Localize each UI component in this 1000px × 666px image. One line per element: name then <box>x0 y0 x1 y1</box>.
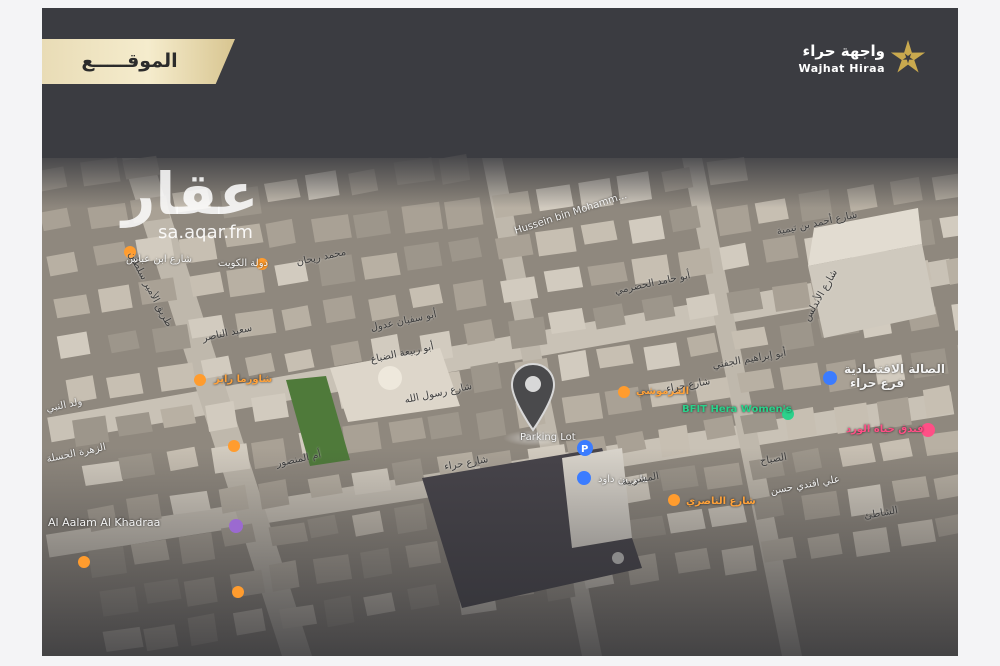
map-label-hall: الصالة الاقتصادية <box>844 362 945 376</box>
map-label-gym: BFIT Hera Women's <box>682 404 792 415</box>
building-block <box>226 265 265 298</box>
map-label-parking: Parking Lot <box>520 432 576 443</box>
mosque-dome <box>378 366 402 390</box>
parking-icon-letter: P <box>581 444 588 455</box>
map-label-street: شارع ابن عباس <box>126 254 192 265</box>
building-block <box>535 227 577 257</box>
building-block <box>922 385 954 418</box>
map-label-restaurant: شارع الناصري <box>686 496 756 507</box>
map-label: دولة الكويت <box>218 258 268 269</box>
building-block <box>250 393 289 422</box>
page-title: الموقـــــع <box>81 50 178 72</box>
watermark-text: عقار <box>122 160 259 228</box>
building-block <box>475 408 507 440</box>
map-label-hall-branch: فرع حراء <box>850 376 905 390</box>
building-block <box>205 400 238 432</box>
building-block <box>427 411 463 440</box>
poi-orange-icon[interactable] <box>618 386 630 398</box>
building-block <box>311 214 352 243</box>
shopping-cart-icon[interactable] <box>577 471 591 485</box>
brand-logo-icon <box>890 40 926 73</box>
shopping-cart-icon[interactable] <box>823 371 837 385</box>
brand-name-english: Wajhat Hiraa <box>798 62 885 75</box>
building-block <box>151 324 191 353</box>
building-block <box>557 349 590 382</box>
poi-orange-icon[interactable] <box>194 374 206 386</box>
building-block <box>97 284 133 313</box>
map-label: Al Aalam Al Khadraa <box>48 516 161 529</box>
brand-name-arabic: واجهة حراء <box>802 42 885 60</box>
building-block <box>403 241 443 271</box>
poi-orange-icon[interactable] <box>232 586 244 598</box>
poi-gray-icon[interactable] <box>612 552 624 564</box>
building-block <box>643 342 681 371</box>
poi-orange-icon[interactable] <box>668 494 680 506</box>
building-block <box>628 215 665 244</box>
map-label-hotel: فندق حياة الورد <box>846 424 924 435</box>
poi-purple-icon[interactable] <box>229 519 243 533</box>
location-card: P الموقـــــع واجهة حراء Wajhat Hiraa عق… <box>42 8 958 656</box>
watermark-url: sa.aqar.fm <box>158 222 253 243</box>
building-block <box>508 316 548 350</box>
building-block <box>352 210 391 239</box>
building-block <box>322 295 356 324</box>
building-block <box>265 218 296 248</box>
poi-orange-icon[interactable] <box>78 556 90 568</box>
map-view[interactable]: P <box>42 8 958 656</box>
building-block <box>561 392 604 424</box>
building-block <box>779 321 815 351</box>
building-block <box>716 204 752 237</box>
building-block <box>157 362 197 392</box>
building-block <box>772 282 811 312</box>
building-block <box>470 361 502 394</box>
poi-orange-icon[interactable] <box>228 440 240 452</box>
building-block <box>452 279 487 311</box>
map-label-restaurant: شاورما رايز <box>214 374 273 385</box>
